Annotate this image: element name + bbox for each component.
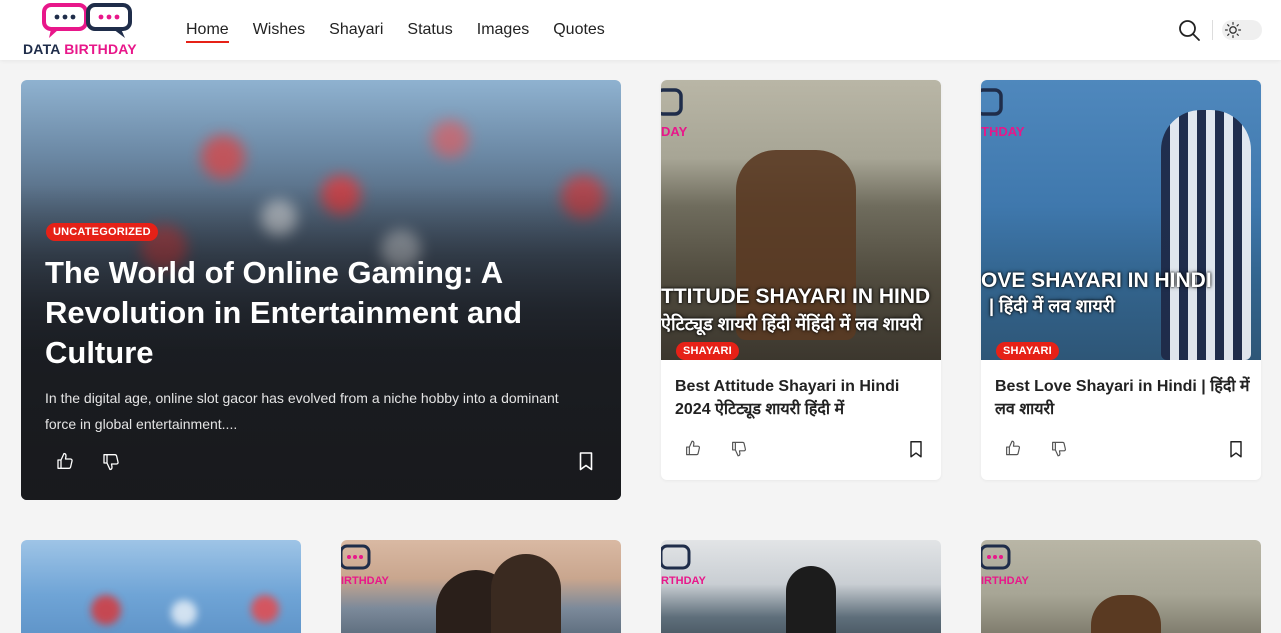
logo-word-data: DATA <box>23 41 61 57</box>
bookmark-icon[interactable] <box>1226 439 1246 459</box>
thumbnail-heading: TTITUDE SHAYARI IN HIND <box>661 285 931 308</box>
thumbnail-figure <box>1091 595 1161 633</box>
post-card[interactable]: DAY TTITUDE SHAYARI IN HIND ऐटिट्यूड शाय… <box>661 80 941 480</box>
thumbs-down-icon[interactable] <box>729 439 749 459</box>
site-header: DATA BIRTHDAY Home Wishes Shayari Status… <box>0 0 1281 60</box>
thumbs-down-icon[interactable] <box>100 451 122 473</box>
watermark-text: RTHDAY <box>661 575 706 587</box>
category-badge[interactable]: SHAYARI <box>676 342 739 360</box>
post-card[interactable]: IRTHDAY <box>341 540 621 633</box>
chat-bubble-watermark-icon <box>981 88 1003 116</box>
main-nav: Home Wishes Shayari Status Images Quotes <box>186 0 605 60</box>
thumbnail-figure <box>1161 110 1251 360</box>
post-thumbnail[interactable]: DAY TTITUDE SHAYARI IN HIND ऐटिट्यूड शाय… <box>661 80 941 360</box>
featured-post-excerpt: In the digital age, online slot gacor ha… <box>45 390 559 432</box>
search-icon[interactable] <box>1177 18 1201 42</box>
nav-item-home[interactable]: Home <box>186 0 229 60</box>
thumbs-down-icon[interactable] <box>1049 439 1069 459</box>
post-card[interactable] <box>21 540 301 633</box>
watermark-text: IRTHDAY <box>981 575 1029 587</box>
watermark-text: DAY <box>661 124 688 139</box>
chat-bubbles-logo-icon <box>42 3 132 38</box>
watermark-text: THDAY <box>981 124 1025 139</box>
chat-bubble-watermark-icon <box>341 544 371 570</box>
featured-post-card[interactable]: UNCATEGORIZED The World of Online Gaming… <box>21 80 621 500</box>
nav-item-shayari[interactable]: Shayari <box>329 0 383 60</box>
nav-item-quotes[interactable]: Quotes <box>553 0 605 60</box>
thumbnail-watermark: RTHDAY <box>661 544 721 599</box>
thumbnail-bokeh <box>171 600 197 626</box>
sun-icon <box>1224 21 1242 39</box>
header-divider <box>1212 20 1213 40</box>
logo-text: DATA BIRTHDAY <box>23 41 137 57</box>
post-card[interactable]: THDAY OVE SHAYARI IN HINDI | हिंदी में ल… <box>981 80 1261 480</box>
nav-item-status[interactable]: Status <box>407 0 452 60</box>
thumbnail-bokeh <box>91 595 121 625</box>
thumbnail-heading: OVE SHAYARI IN HINDI <box>981 269 1212 292</box>
thumbnail-watermark: IRTHDAY <box>341 544 401 599</box>
site-logo[interactable]: DATA BIRTHDAY <box>23 2 153 58</box>
category-badge[interactable]: UNCATEGORIZED <box>46 223 158 241</box>
nav-item-images[interactable]: Images <box>477 0 529 60</box>
bookmark-icon[interactable] <box>906 439 926 459</box>
thumbnail-subheading: | हिंदी में लव शायरी <box>989 296 1115 316</box>
bookmark-icon[interactable] <box>575 450 597 472</box>
theme-toggle[interactable] <box>1222 20 1262 40</box>
chat-bubble-watermark-icon <box>981 544 1011 570</box>
thumbs-up-icon[interactable] <box>54 450 76 472</box>
thumbnail-subheading: ऐटिट्यूड शायरी हिंदी मेंहिंदी में लव शाय… <box>661 314 922 334</box>
thumbs-up-icon[interactable] <box>683 438 703 458</box>
post-title[interactable]: Best Attitude Shayari in Hindi 2024 ऐटिट… <box>675 375 930 421</box>
thumbnail-figure <box>786 566 836 633</box>
thumbnail-watermark: THDAY <box>981 88 1041 143</box>
watermark-text: IRTHDAY <box>341 575 389 587</box>
featured-post-title[interactable]: The World of Online Gaming: A Revolution… <box>45 253 595 373</box>
category-badge[interactable]: SHAYARI <box>996 342 1059 360</box>
post-thumbnail[interactable]: THDAY OVE SHAYARI IN HINDI | हिंदी में ल… <box>981 80 1261 360</box>
post-card[interactable]: RTHDAY <box>661 540 941 633</box>
thumbnail-watermark: IRTHDAY <box>981 544 1041 599</box>
thumbnail-figure <box>491 554 561 633</box>
thumbnail-watermark: DAY <box>661 88 721 143</box>
chat-bubble-watermark-icon <box>661 544 691 570</box>
chat-bubble-watermark-icon <box>661 88 683 116</box>
logo-word-birthday: BIRTHDAY <box>64 41 137 57</box>
post-card[interactable]: IRTHDAY <box>981 540 1261 633</box>
nav-item-wishes[interactable]: Wishes <box>253 0 305 60</box>
post-title[interactable]: Best Love Shayari in Hindi | हिंदी में ल… <box>995 375 1250 421</box>
thumbs-up-icon[interactable] <box>1003 438 1023 458</box>
thumbnail-bokeh <box>251 595 279 623</box>
